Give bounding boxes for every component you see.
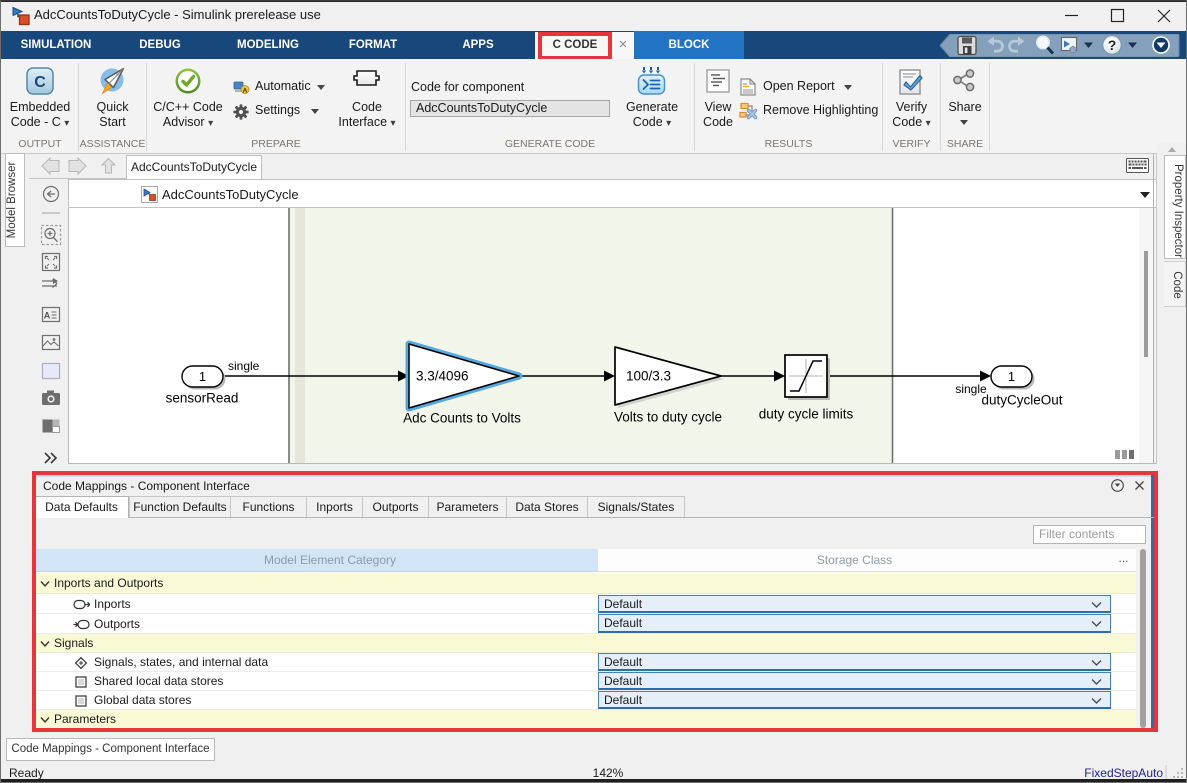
svg-text:?: ? [1108,37,1117,53]
svg-text:A: A [243,87,248,94]
svg-text:sensorRead: sensorRead [166,391,239,406]
svg-text:1: 1 [1008,369,1015,384]
svg-text:A: A [44,311,51,321]
svg-text:duty cycle limits: duty cycle limits [759,407,854,422]
svg-text:100/3.3: 100/3.3 [626,369,671,384]
svg-text:1: 1 [199,369,206,384]
svg-text:Volts to duty cycle: Volts to duty cycle [614,410,722,425]
svg-text:Adc Counts to Volts: Adc Counts to Volts [403,411,521,426]
svg-text:C: C [34,74,46,91]
svg-text:single: single [228,359,260,373]
svg-text:dutyCycleOut: dutyCycleOut [981,393,1062,408]
svg-text:3.3/4096: 3.3/4096 [416,369,469,384]
